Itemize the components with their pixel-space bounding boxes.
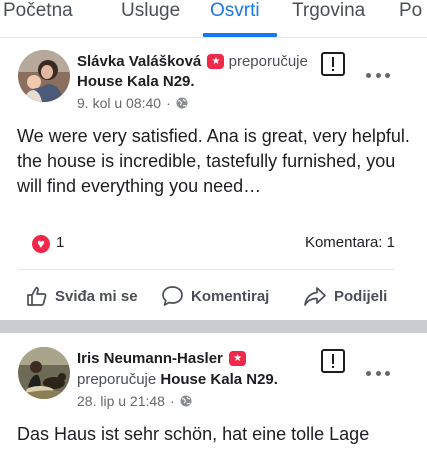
review-post: Slávka Valášková ★ preporučuje House Kal… xyxy=(0,38,427,320)
post-header-line-1: Iris Neumann-Hasler ★ xyxy=(77,349,247,369)
post-meta: 9. kol u 08:40 · xyxy=(77,95,188,111)
report-flag-icon[interactable] xyxy=(321,52,345,76)
post-header-line-2: House Kala N29. xyxy=(77,72,195,92)
post-separator xyxy=(0,320,427,333)
review-post: Iris Neumann-Hasler ★ preporučuje House … xyxy=(0,333,427,450)
globe-icon xyxy=(180,395,192,407)
profile-tabs: Početna Usluge Osvrti Trgovina Po xyxy=(0,0,427,38)
tab-reviews[interactable]: Osvrti xyxy=(210,0,260,26)
love-reaction-icon xyxy=(32,234,50,253)
more-options-icon[interactable] xyxy=(366,71,390,79)
avatar[interactable] xyxy=(18,50,70,102)
reaction-summary: 1 Komentara: 1 xyxy=(0,231,427,257)
post-date[interactable]: 28. lip u 21:48 xyxy=(77,393,165,409)
post-header-line-2: preporučuje House Kala N29. xyxy=(77,370,278,390)
meta-dot: · xyxy=(169,393,175,409)
avatar[interactable] xyxy=(18,347,70,399)
divider xyxy=(18,269,395,270)
star-badge-icon: ★ xyxy=(229,351,247,366)
recommends-label: preporučuje xyxy=(228,53,308,70)
recommends-label: preporučuje xyxy=(77,371,157,388)
tab-services[interactable]: Usluge xyxy=(121,0,180,26)
comment-count[interactable]: Komentara: 1 xyxy=(305,234,395,251)
post-text: We were very satisfied. Ana is great, ve… xyxy=(17,126,410,196)
report-flag-icon[interactable] xyxy=(321,349,345,373)
globe-icon xyxy=(176,97,188,109)
tab-more[interactable]: Po xyxy=(399,0,422,26)
thumbs-up-icon xyxy=(27,286,47,306)
author-name[interactable]: Slávka Valášková xyxy=(77,53,201,70)
more-options-icon[interactable] xyxy=(366,369,390,377)
share-icon xyxy=(304,287,326,306)
star-badge-icon: ★ xyxy=(207,54,225,69)
meta-dot: · xyxy=(166,95,171,111)
author-name[interactable]: Iris Neumann-Hasler xyxy=(77,350,223,367)
tab-home[interactable]: Početna xyxy=(3,0,73,26)
reaction-count[interactable]: 1 xyxy=(56,234,64,251)
post-date[interactable]: 9. kol u 08:40 xyxy=(77,95,161,111)
comment-icon xyxy=(162,286,183,306)
post-text: Das Haus ist sehr schön, hat eine tolle … xyxy=(17,424,370,444)
tab-shop[interactable]: Trgovina xyxy=(292,0,365,26)
comment-button[interactable]: Komentiraj xyxy=(161,281,269,311)
page-name[interactable]: House Kala N29. xyxy=(77,73,195,90)
page-name[interactable]: House Kala N29. xyxy=(160,371,278,388)
share-label: Podijeli xyxy=(334,287,388,305)
like-button[interactable]: Sviđa mi se xyxy=(26,281,138,311)
like-label: Sviđa mi se xyxy=(55,287,138,305)
share-button[interactable]: Podijeli xyxy=(303,281,387,311)
post-meta: 28. lip u 21:48 · xyxy=(77,393,192,409)
post-header-line-1: Slávka Valášková ★ preporučuje xyxy=(77,52,308,72)
active-tab-indicator xyxy=(203,33,277,37)
comment-label: Komentiraj xyxy=(191,287,270,305)
